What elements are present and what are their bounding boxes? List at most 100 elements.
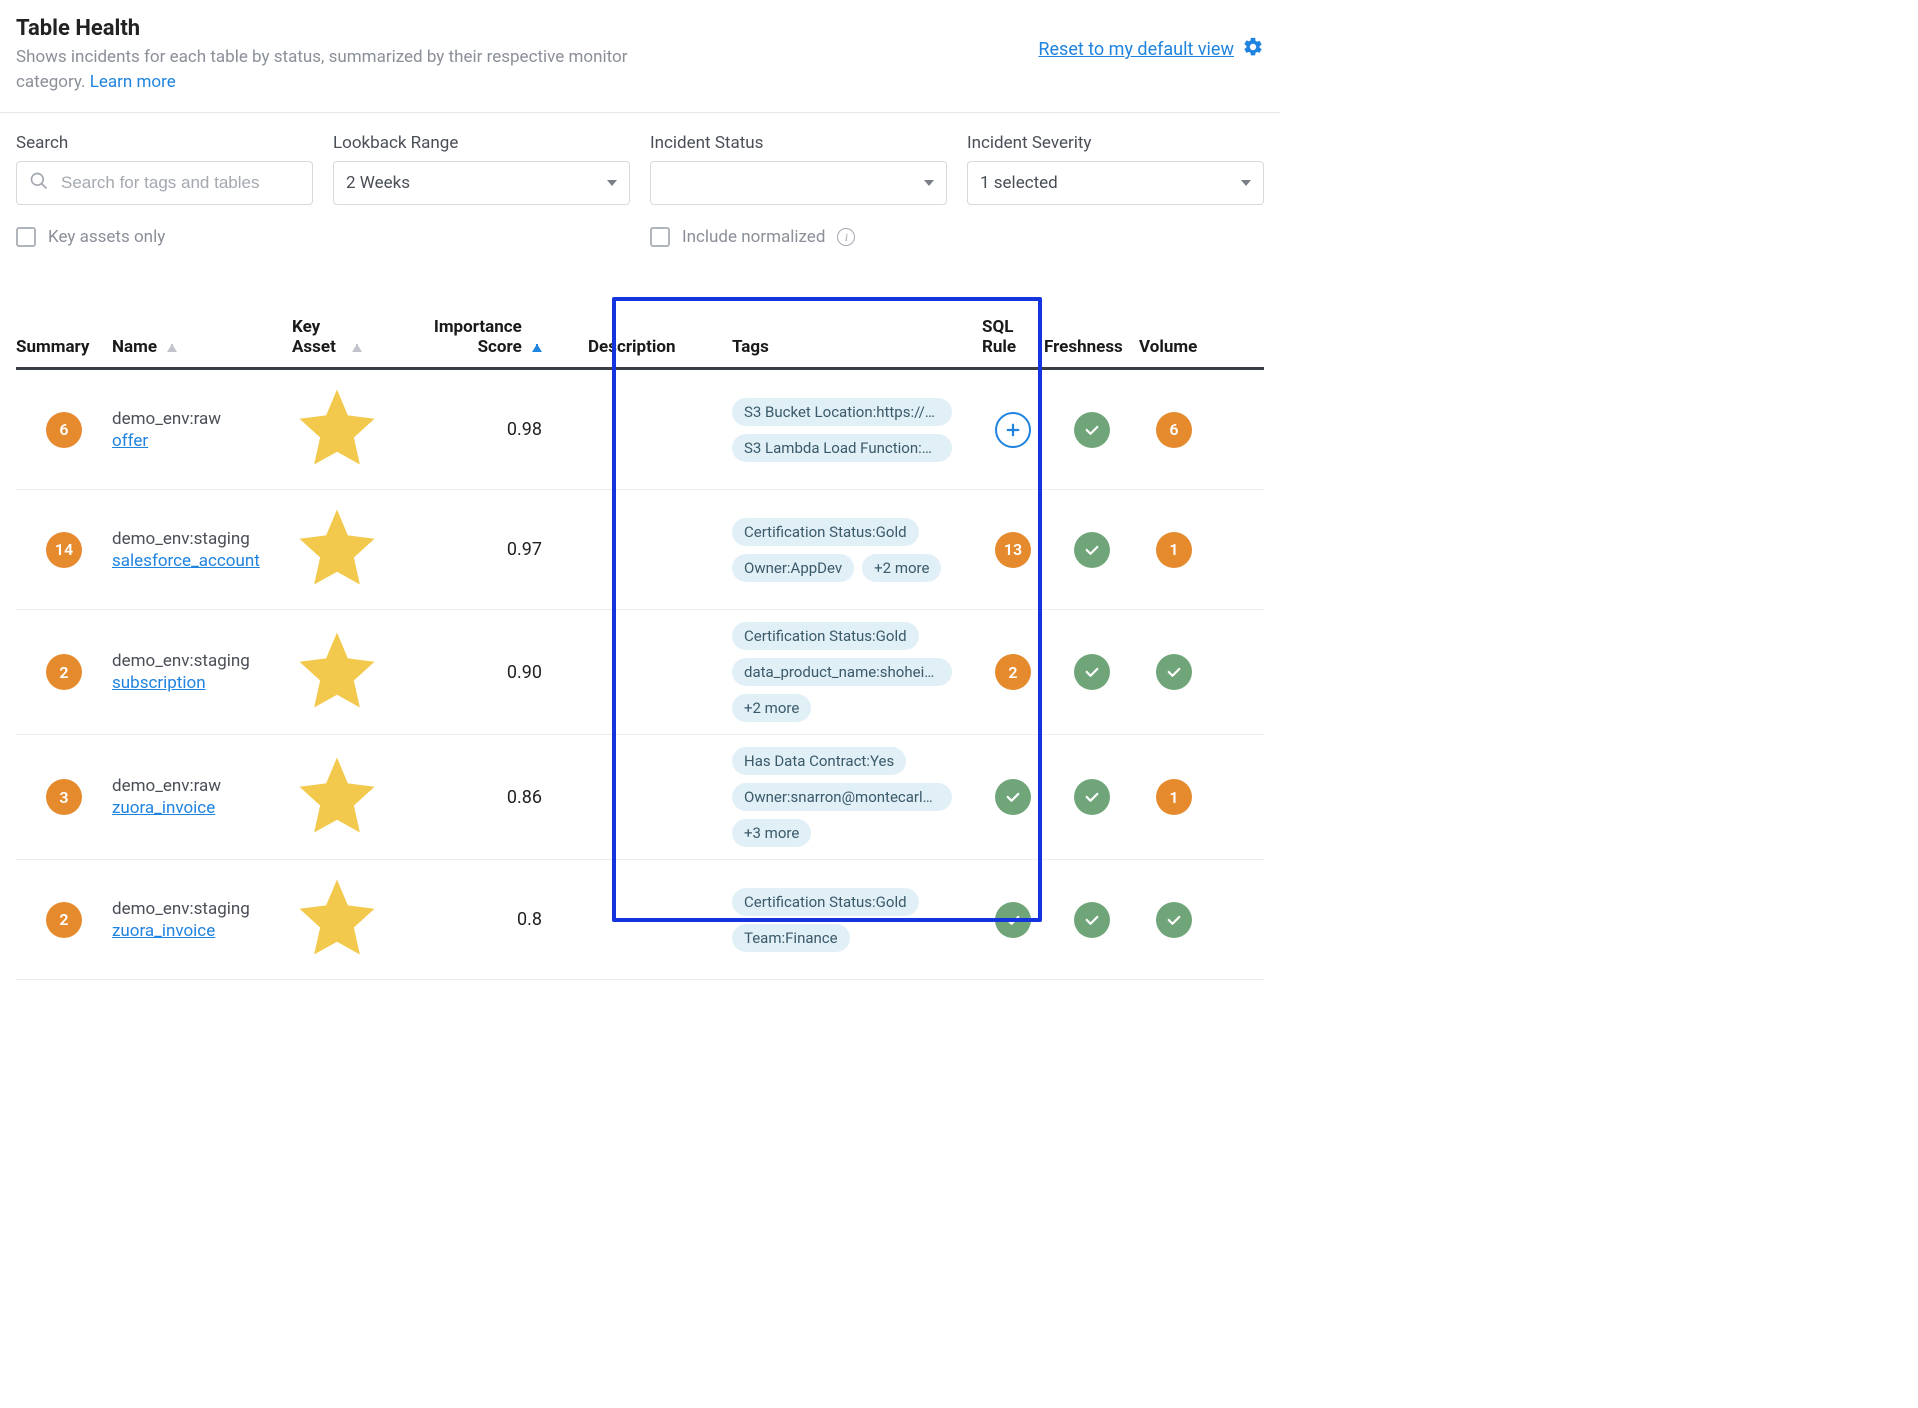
col-sql-rule[interactable]: SQL Rule [982,317,1044,357]
table-row: 3 demo_env:raw zuora_invoice 0.86 Has Da… [16,735,1264,860]
row-name-link[interactable]: zuora_invoice [112,798,292,818]
key-assets-label: Key assets only [48,227,165,247]
status-badge[interactable]: 2 [46,654,82,690]
col-importance[interactable]: Importance Score [382,317,562,357]
row-name-link[interactable]: salesforce_account [112,551,292,571]
status-badge[interactable] [995,902,1031,938]
chevron-down-icon [924,180,934,186]
search-input-wrapper[interactable] [16,161,313,205]
star-icon[interactable] [292,947,382,967]
sort-arrow-icon [532,344,542,352]
page-subtitle: Shows incidents for each table by status… [16,45,636,94]
tags-container: S3 Bucket Location:https://s... S3 Lambda… [732,398,982,462]
sort-arrow-icon [167,344,177,352]
lookback-select[interactable]: 2 Weeks [333,161,630,205]
tag-pill[interactable]: S3 Lambda Load Function:ht... [732,434,952,462]
severity-select[interactable]: 1 selected [967,161,1264,205]
status-badge[interactable] [995,779,1031,815]
status-badge[interactable]: 1 [1156,779,1192,815]
star-icon[interactable] [292,700,382,720]
include-normalized-checkbox[interactable] [650,227,670,247]
chevron-down-icon [607,180,617,186]
status-badge[interactable] [1074,412,1110,448]
page-title: Table Health [16,16,636,41]
row-name-link[interactable]: offer [112,431,292,451]
table-header: Summary Name Key Asset Importance Score … [16,317,1264,370]
status-badge[interactable]: 2 [46,902,82,938]
status-badge[interactable] [1074,902,1110,938]
status-badge[interactable] [1156,902,1192,938]
status-badge[interactable]: 6 [46,412,82,448]
tag-pill[interactable]: Team:Finance [732,924,850,952]
lookback-value: 2 Weeks [346,173,410,193]
search-input[interactable] [59,172,300,194]
importance-score: 0.97 [507,539,542,560]
star-icon[interactable] [292,577,382,597]
tag-pill[interactable]: Owner:AppDev [732,554,854,582]
tag-pill[interactable]: Certification Status:Gold [732,518,919,546]
importance-score: 0.86 [507,787,542,808]
tag-pill[interactable]: Certification Status:Gold [732,888,919,916]
status-badge[interactable]: 3 [46,779,82,815]
tag-pill[interactable]: S3 Bucket Location:https://s... [732,398,952,426]
tag-pill[interactable]: Has Data Contract:Yes [732,747,906,775]
status-badge[interactable]: 1 [1156,532,1192,568]
table-row: 2 demo_env:staging zuora_invoice 0.8 Cer… [16,860,1264,980]
tag-pill[interactable]: +2 more [732,694,811,722]
tag-pill[interactable]: Certification Status:Gold [732,622,919,650]
row-env: demo_env:staging [112,899,292,919]
status-badge[interactable] [1156,654,1192,690]
row-env: demo_env:raw [112,776,292,796]
key-assets-checkbox[interactable] [16,227,36,247]
status-badge[interactable] [1074,779,1110,815]
row-name-link[interactable]: subscription [112,673,292,693]
status-badge[interactable] [1074,532,1110,568]
status-badge[interactable]: 6 [1156,412,1192,448]
search-icon [29,171,49,196]
chevron-down-icon [1241,180,1251,186]
row-env: demo_env:staging [112,529,292,549]
status-badge[interactable] [995,412,1031,448]
table-row: 2 demo_env:staging subscription 0.90 Cer… [16,610,1264,735]
col-name[interactable]: Name [112,337,292,357]
status-badge[interactable] [1074,654,1110,690]
col-summary[interactable]: Summary [16,337,112,357]
severity-label: Incident Severity [967,133,1264,153]
importance-score: 0.8 [517,909,542,930]
include-normalized-label: Include normalized [682,227,825,247]
row-name-link[interactable]: zuora_invoice [112,921,292,941]
severity-value: 1 selected [980,173,1058,193]
reset-view-link[interactable]: Reset to my default view [1038,39,1234,60]
tags-container: Certification Status:Gold data_product_na… [732,622,982,722]
star-icon[interactable] [292,825,382,845]
star-icon[interactable] [292,457,382,477]
table-row: 6 demo_env:raw offer 0.98 S3 Bucket Loca… [16,370,1264,490]
table-row: 14 demo_env:staging salesforce_account 0… [16,490,1264,610]
tag-pill[interactable]: +3 more [732,819,811,847]
status-select[interactable] [650,161,947,205]
col-freshness[interactable]: Freshness [1044,337,1139,357]
tags-container: Has Data Contract:Yes Owner:snarron@monte… [732,747,982,847]
status-badge[interactable]: 2 [995,654,1031,690]
lookback-label: Lookback Range [333,133,630,153]
importance-score: 0.90 [507,662,542,683]
status-label: Incident Status [650,133,947,153]
row-env: demo_env:staging [112,651,292,671]
status-badge[interactable]: 13 [995,532,1031,568]
row-env: demo_env:raw [112,409,292,429]
info-icon[interactable]: i [837,228,855,246]
tag-pill[interactable]: data_product_name:shohei_t... [732,658,952,686]
gear-icon[interactable] [1242,36,1264,63]
col-key-asset[interactable]: Key Asset [292,317,382,357]
sort-arrow-icon [352,344,362,352]
tags-container: Certification Status:Gold Owner:AppDev +2 … [732,518,982,582]
col-description[interactable]: Description [562,337,732,357]
tag-pill[interactable]: +2 more [862,554,941,582]
learn-more-link[interactable]: Learn more [90,72,176,92]
status-badge[interactable]: 14 [46,532,82,568]
col-volume[interactable]: Volume [1139,337,1209,357]
search-label: Search [16,133,313,153]
tag-pill[interactable]: Owner:snarron@montecarlo... [732,783,952,811]
col-tags[interactable]: Tags [732,337,982,357]
importance-score: 0.98 [507,419,542,440]
